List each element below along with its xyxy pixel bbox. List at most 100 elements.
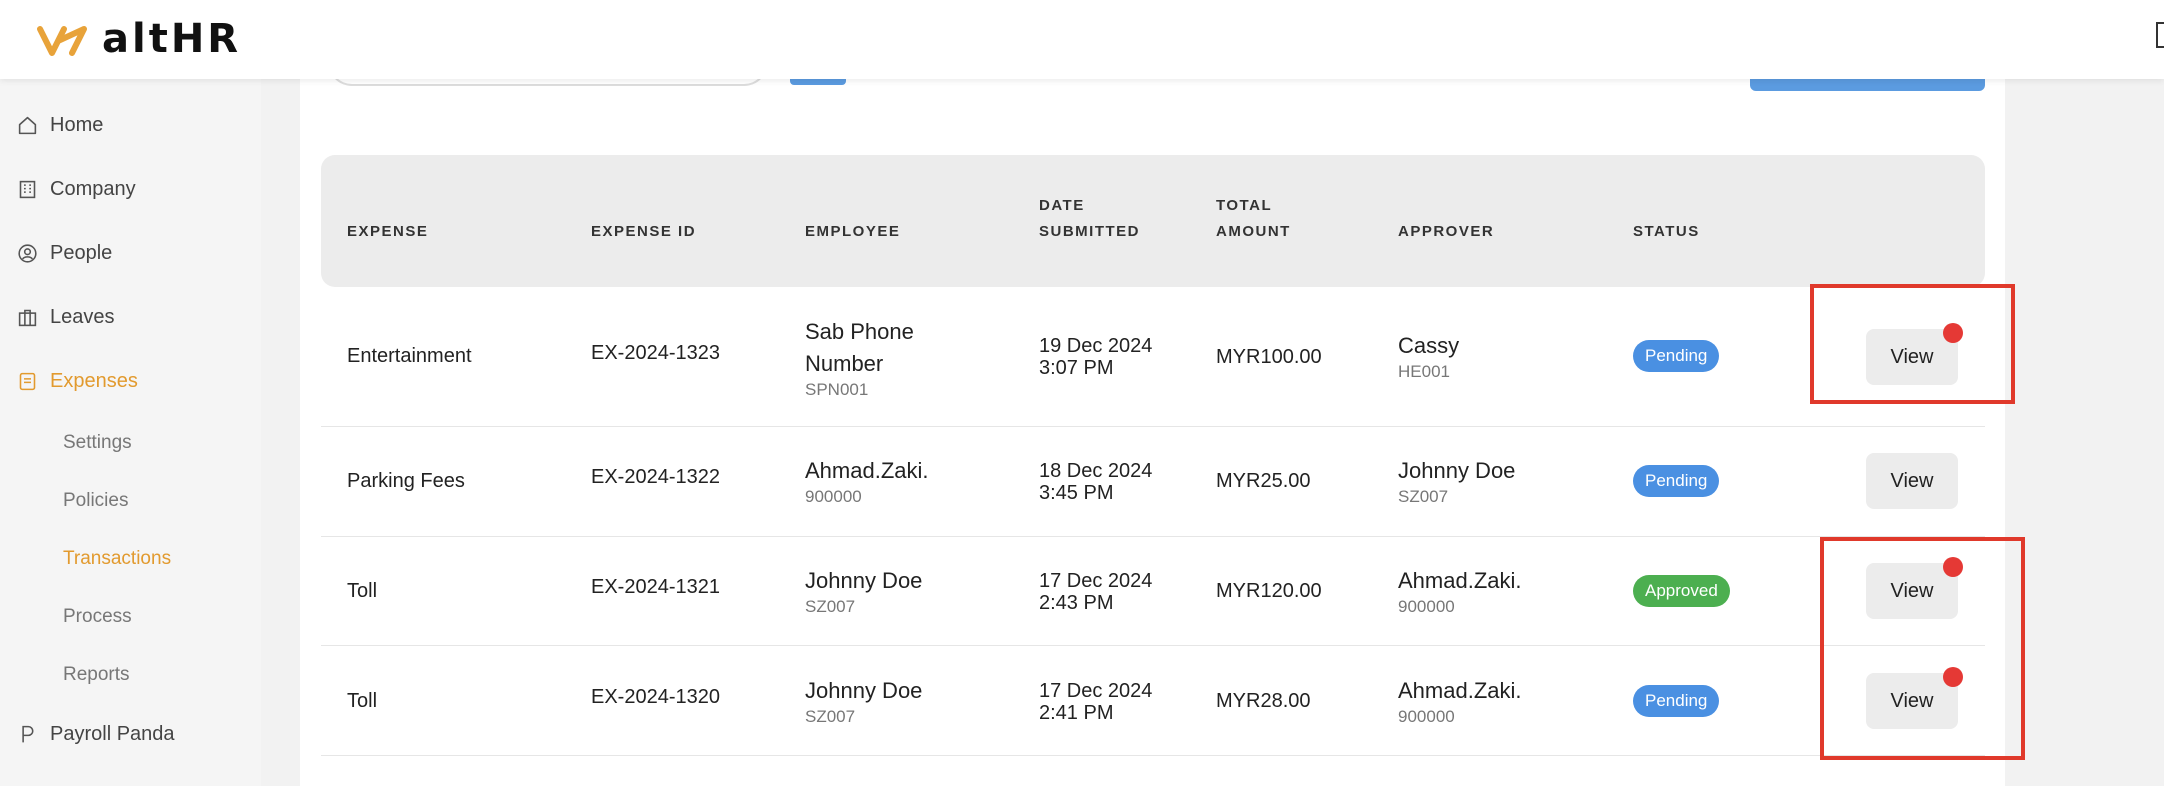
cell-approver: Ahmad.Zaki. 900000 [1398, 565, 1522, 617]
approver-code: 900000 [1398, 707, 1455, 726]
cell-expense: Parking Fees [347, 470, 465, 492]
suitcase-icon [16, 307, 38, 329]
cell-date-submitted: 17 Dec 2024 2:43 PM [1039, 570, 1152, 614]
time-value: 3:45 PM [1039, 482, 1114, 504]
header-date-line1: DATE [1039, 197, 1085, 214]
primary-action-button[interactable] [1750, 79, 1985, 91]
approver-code: 900000 [1398, 597, 1455, 616]
approver-name: Cassy [1398, 333, 1460, 358]
employee-name: Ahmad.Zaki. [805, 458, 929, 483]
sidebar-item-label: Expenses [50, 370, 138, 392]
employee-code: SZ007 [805, 597, 856, 616]
header-date-submitted: DATE SUBMITTED [1039, 193, 1140, 245]
approver-name: Ahmad.Zaki. [1398, 568, 1522, 593]
sidebar-subitem-transactions[interactable]: Transactions [63, 548, 171, 570]
header-total-amount: TOTAL AMOUNT [1216, 193, 1291, 245]
sidebar-subitem-settings[interactable]: Settings [63, 432, 132, 454]
sidebar-item-label: People [50, 242, 113, 264]
date-value: 17 Dec 2024 [1039, 570, 1153, 592]
building-icon [16, 179, 38, 201]
employee-name: Johnny Doe [805, 678, 923, 703]
sidebar-item-leaves[interactable]: Leaves [16, 306, 115, 329]
letter-p-icon [16, 724, 38, 746]
cell-date-submitted: 19 Dec 2024 3:07 PM [1039, 335, 1152, 379]
date-value: 18 Dec 2024 [1039, 460, 1153, 482]
logo-text: altHR [102, 16, 242, 62]
status-badge: Pending [1633, 685, 1720, 717]
cell-expense-id: EX-2024-1321 [591, 576, 720, 598]
sidebar-item-label: Company [50, 178, 136, 200]
annotation-highlight-box [1810, 284, 2015, 404]
cell-amount: MYR120.00 [1216, 580, 1322, 602]
sidebar-subitem-reports[interactable]: Reports [63, 664, 130, 686]
sidebar-item-people[interactable]: People [16, 242, 112, 265]
employee-name: Johnny Doe [805, 568, 923, 593]
header-expense: EXPENSE [347, 223, 429, 240]
cell-expense: Toll [347, 580, 378, 602]
approver-name: Ahmad.Zaki. [1398, 678, 1522, 703]
receipt-icon [16, 371, 38, 393]
status-badge: Pending [1633, 340, 1720, 372]
cell-employee: Ahmad.Zaki. 900000 [805, 455, 929, 507]
header-amount-line2: AMOUNT [1216, 223, 1291, 240]
header-approver: APPROVER [1398, 223, 1495, 240]
header-amount-line1: TOTAL [1216, 197, 1273, 214]
home-icon [16, 115, 38, 137]
annotation-highlight-box [1820, 537, 2025, 760]
top-bar: altHR [0, 0, 2164, 79]
logo-mark-icon [37, 26, 87, 56]
sidebar-item-payroll-panda[interactable]: Payroll Panda [16, 723, 175, 746]
status-badge: Approved [1633, 575, 1730, 607]
employee-code: 900000 [805, 487, 862, 506]
time-value: 2:43 PM [1039, 592, 1114, 614]
person-circle-icon [16, 243, 38, 265]
date-value: 19 Dec 2024 [1039, 335, 1153, 357]
cell-employee: Johnny Doe SZ007 [805, 565, 922, 617]
sidebar: Home Company People Leaves Expenses Sett… [0, 79, 261, 786]
cell-amount: MYR100.00 [1216, 346, 1322, 368]
employee-code: SPN001 [805, 380, 869, 399]
sidebar-subitem-policies[interactable]: Policies [63, 490, 128, 512]
sidebar-item-expenses[interactable]: Expenses [16, 370, 138, 393]
cell-expense-id: EX-2024-1323 [591, 342, 720, 364]
sidebar-item-label: Payroll Panda [50, 723, 175, 745]
cell-expense: Entertainment [347, 345, 472, 367]
view-button[interactable]: View [1866, 453, 1958, 509]
header-status: STATUS [1633, 223, 1700, 240]
header-employee: EMPLOYEE [805, 223, 901, 240]
search-button[interactable] [790, 79, 846, 85]
date-value: 17 Dec 2024 [1039, 680, 1153, 702]
approver-code: SZ007 [1398, 487, 1449, 506]
approver-name: Johnny Doe [1398, 458, 1516, 483]
approver-code: HE001 [1398, 362, 1450, 381]
status-badge: Pending [1633, 465, 1720, 497]
cell-approver: Johnny Doe SZ007 [1398, 455, 1515, 507]
time-value: 3:07 PM [1039, 357, 1114, 379]
sidebar-item-label: Leaves [50, 306, 115, 328]
row-divider [321, 755, 1985, 756]
cell-expense-id: EX-2024-1322 [591, 466, 720, 488]
sidebar-item-company[interactable]: Company [16, 178, 136, 201]
sidebar-item-home[interactable]: Home [16, 114, 103, 137]
sidebar-subitem-process[interactable]: Process [63, 606, 132, 628]
row-divider [321, 536, 1985, 537]
cell-approver: Ahmad.Zaki. 900000 [1398, 675, 1522, 727]
cell-amount: MYR28.00 [1216, 690, 1311, 712]
row-divider [321, 426, 1985, 427]
cell-amount: MYR25.00 [1216, 470, 1311, 492]
header-expense-id: EXPENSE ID [591, 223, 697, 240]
cell-approver: Cassy HE001 [1398, 330, 1459, 382]
time-value: 2:41 PM [1039, 702, 1114, 724]
row-divider [321, 645, 1985, 646]
cell-expense: Toll [347, 690, 378, 712]
cell-date-submitted: 18 Dec 2024 3:45 PM [1039, 460, 1152, 504]
topbar-edge-icon[interactable] [2156, 22, 2164, 48]
header-date-line2: SUBMITTED [1039, 223, 1140, 240]
cell-expense-id: EX-2024-1320 [591, 686, 720, 708]
cell-employee: Sab Phone Number SPN001 [805, 316, 945, 400]
sidebar-item-label: Home [50, 114, 104, 136]
cell-employee: Johnny Doe SZ007 [805, 675, 922, 727]
althr-logo[interactable]: altHR [36, 16, 241, 62]
cell-date-submitted: 17 Dec 2024 2:41 PM [1039, 680, 1152, 724]
employee-name: Sab Phone Number [805, 319, 914, 376]
